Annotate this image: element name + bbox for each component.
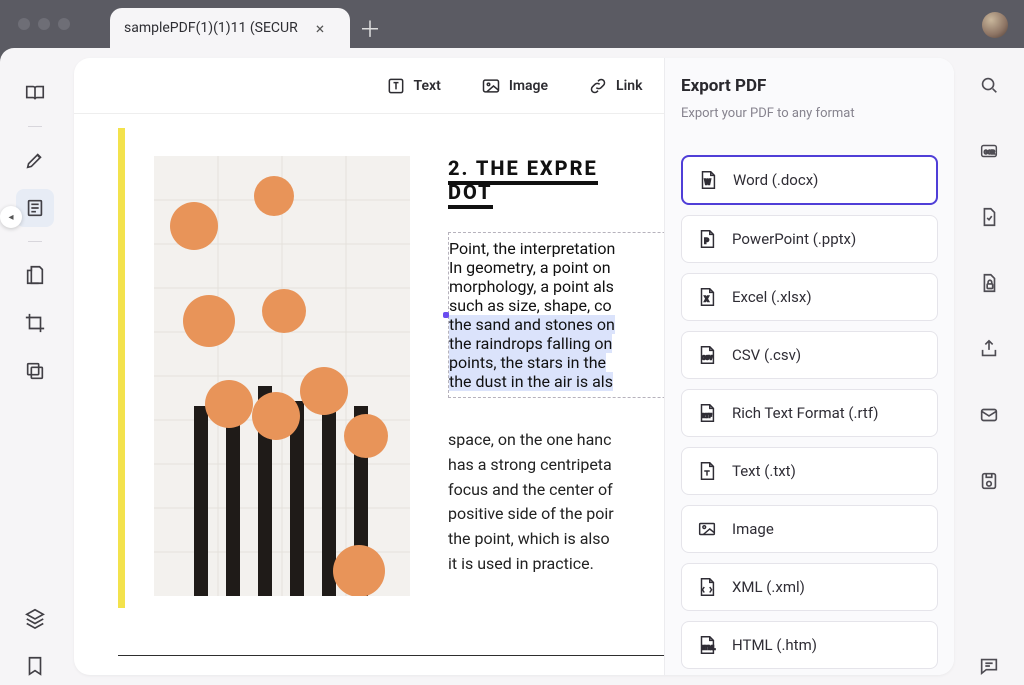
selection-handle-icon[interactable] [443, 312, 449, 318]
window-controls[interactable] [0, 0, 110, 48]
highlighter-tool-icon[interactable] [16, 141, 54, 179]
separator [28, 241, 42, 242]
reader-mode-icon[interactable] [16, 74, 54, 112]
tool-label: Image [509, 78, 548, 94]
export-format-xml[interactable]: XML (.xml) [681, 563, 938, 611]
maximize-window-icon[interactable] [58, 18, 70, 30]
export-format-excel[interactable]: X Excel (.xlsx) [681, 273, 938, 321]
document-tab[interactable]: samplePDF(1)(1)11 (SECUR × [110, 8, 350, 48]
layers-icon[interactable] [16, 599, 54, 637]
tool-label: Text [414, 78, 441, 94]
export-format-text[interactable]: Text (.txt) [681, 447, 938, 495]
word-file-icon: W [697, 169, 719, 191]
doc-line: morphology, a point als [449, 277, 614, 296]
save-icon[interactable] [970, 462, 1008, 500]
doc-heading: DOT [448, 180, 493, 209]
crop-tool-icon[interactable] [16, 304, 54, 342]
svg-text:HTML: HTML [702, 646, 716, 652]
format-label: Text (.txt) [732, 462, 796, 480]
new-tab-button[interactable]: ＋ [350, 8, 390, 48]
doc-line: Point, the interpretation [449, 239, 615, 258]
page-margin-stripe [118, 128, 125, 608]
share-icon[interactable] [970, 330, 1008, 368]
doc-line: such as size, shape, co [449, 296, 612, 315]
ocr-icon[interactable]: OCR [970, 132, 1008, 170]
separator [28, 126, 42, 127]
bookmark-icon[interactable] [16, 647, 54, 685]
html-file-icon: HTML [696, 634, 718, 656]
image-file-icon [696, 518, 718, 540]
format-label: HTML (.htm) [732, 636, 817, 654]
csv-file-icon: CSV [696, 344, 718, 366]
export-subtitle: Export your PDF to any format [681, 106, 938, 121]
format-label: Image [732, 520, 774, 538]
protect-icon[interactable] [970, 264, 1008, 302]
export-format-csv[interactable]: CSV CSV (.csv) [681, 331, 938, 379]
sidebar-expand-handle[interactable]: ◂ [0, 206, 22, 228]
comment-icon[interactable] [970, 647, 1008, 685]
text-file-icon [696, 460, 718, 482]
mail-icon[interactable] [970, 396, 1008, 434]
svg-text:X: X [704, 295, 709, 304]
document-image [154, 156, 410, 596]
export-format-image[interactable]: Image [681, 505, 938, 553]
close-tab-icon[interactable]: × [316, 19, 325, 38]
compare-tool-icon[interactable] [16, 352, 54, 390]
text-edit-tool-icon[interactable] [16, 189, 54, 227]
excel-file-icon: X [696, 286, 718, 308]
powerpoint-file-icon: P [696, 228, 718, 250]
svg-text:W: W [704, 178, 711, 187]
insert-text-button[interactable]: Text [386, 76, 441, 96]
doc-line-highlighted: the sand and stones on [449, 315, 615, 334]
user-avatar[interactable] [982, 12, 1008, 38]
doc-line: In geometry, a point on [449, 258, 611, 277]
export-panel: Export PDF Export your PDF to any format… [664, 58, 954, 675]
search-icon[interactable] [970, 66, 1008, 104]
doc-line-highlighted: the dust in the air is als [449, 372, 613, 391]
format-label: Excel (.xlsx) [732, 288, 812, 306]
pages-tool-icon[interactable] [16, 256, 54, 294]
format-label: Word (.docx) [733, 171, 818, 189]
convert-icon[interactable] [970, 198, 1008, 236]
doc-line-highlighted: the raindrops falling on [449, 334, 612, 353]
insert-link-button[interactable]: Link [588, 76, 642, 96]
svg-text:CSV: CSV [702, 356, 713, 362]
format-label: PowerPoint (.pptx) [732, 230, 856, 248]
xml-file-icon [696, 576, 718, 598]
rtf-file-icon: RTF [696, 402, 718, 424]
export-format-html[interactable]: HTML HTML (.htm) [681, 621, 938, 669]
format-label: CSV (.csv) [732, 346, 801, 364]
export-title: Export PDF [681, 76, 938, 96]
minimize-window-icon[interactable] [38, 18, 50, 30]
export-format-rtf[interactable]: RTF Rich Text Format (.rtf) [681, 389, 938, 437]
tool-label: Link [616, 78, 642, 94]
export-format-powerpoint[interactable]: P PowerPoint (.pptx) [681, 215, 938, 263]
svg-text:P: P [704, 237, 709, 246]
format-label: Rich Text Format (.rtf) [732, 404, 878, 422]
document-viewport: Text Image Link [74, 58, 954, 675]
svg-text:OCR: OCR [984, 150, 995, 156]
right-sidebar: OCR [954, 48, 1024, 685]
export-format-word[interactable]: W Word (.docx) [681, 155, 938, 205]
insert-image-button[interactable]: Image [481, 76, 548, 96]
close-window-icon[interactable] [18, 18, 30, 30]
left-sidebar [0, 48, 70, 685]
format-label: XML (.xml) [732, 578, 805, 596]
tab-title: samplePDF(1)(1)11 (SECUR [124, 20, 298, 36]
svg-text:RTF: RTF [702, 414, 712, 420]
doc-line-highlighted: points, the stars in the [449, 353, 606, 372]
